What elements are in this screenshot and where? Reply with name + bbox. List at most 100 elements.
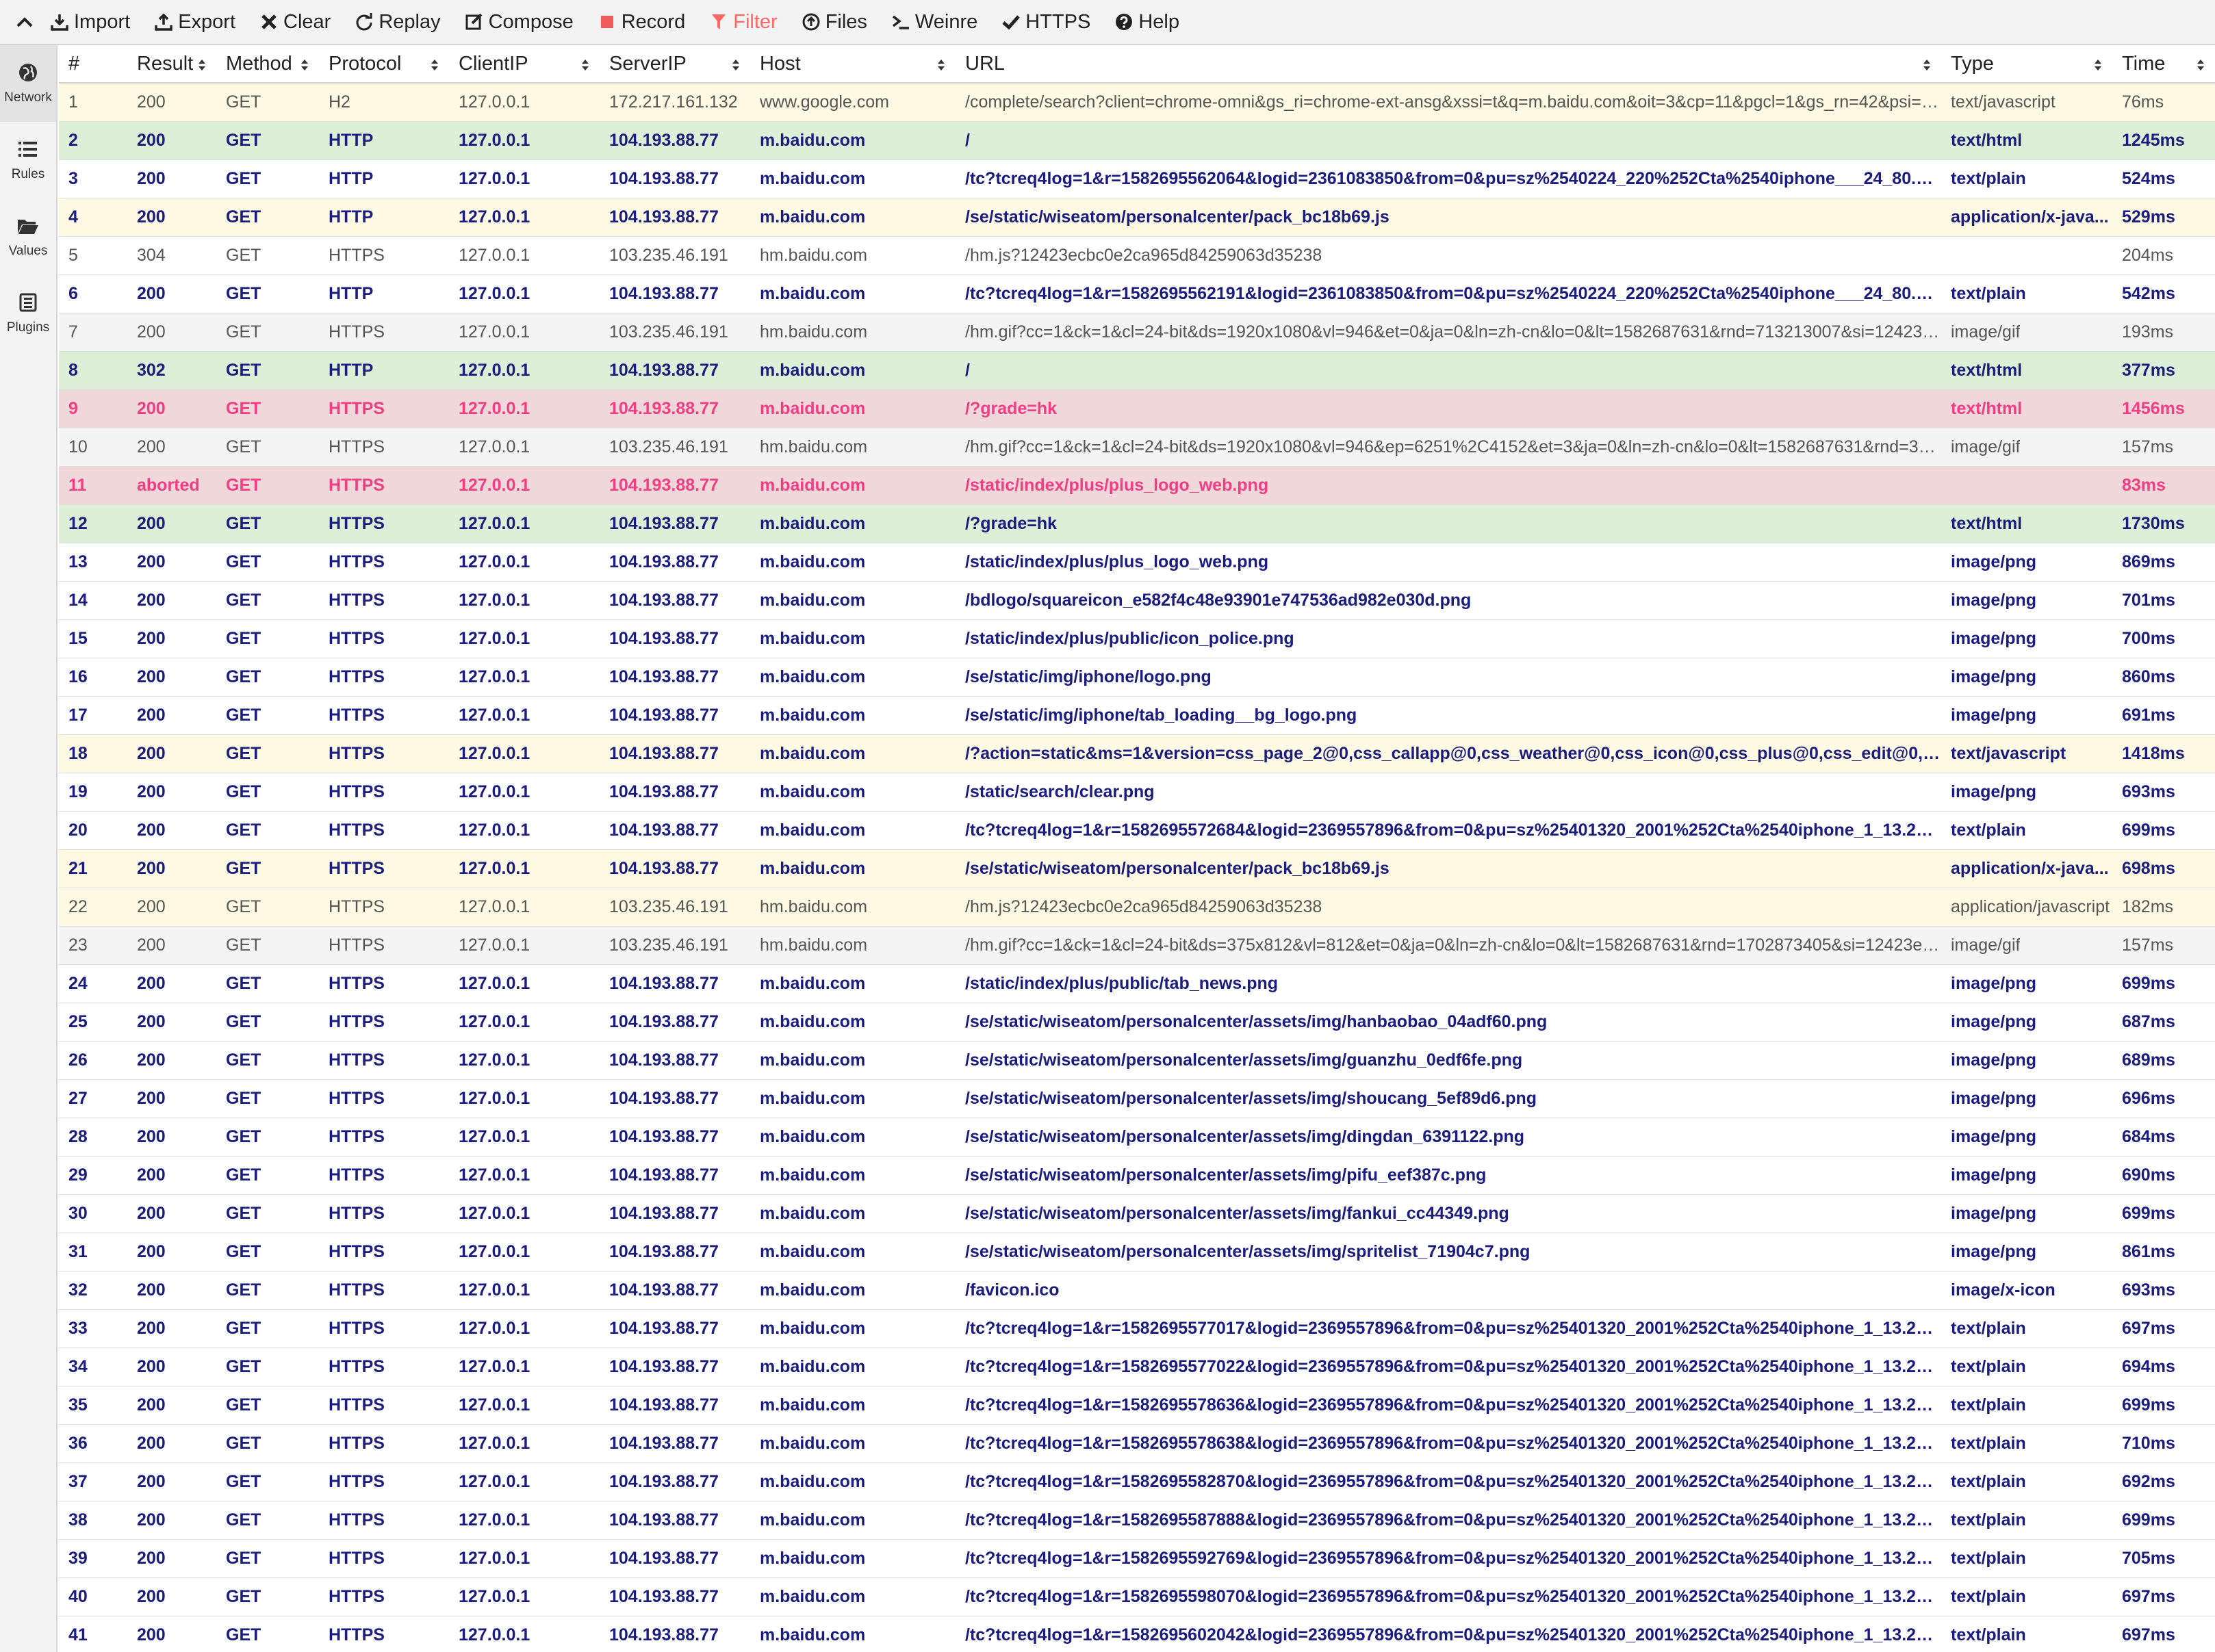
table-row[interactable]: 21 200 GET HTTPS 127.0.0.1 104.193.88.77 m.bai… (59, 850, 2215, 888)
table-row[interactable]: 7 200 GET HTTPS 127.0.0.1 103.235.46.191 hm.ba… (59, 313, 2215, 352)
table-row[interactable]: 12 200 GET HTTPS 127.0.0.1 104.193.88.77 m.bai… (59, 505, 2215, 543)
replay-button[interactable]: Replay (354, 0, 441, 44)
row-clientip: 127.0.0.1 (449, 467, 600, 504)
table-row[interactable]: 40 200 GET HTTPS 127.0.0.1 104.193.88.77 m.bai… (59, 1578, 2215, 1616)
table-row[interactable]: 27 200 GET HTTPS 127.0.0.1 104.193.88.77 m.bai… (59, 1080, 2215, 1118)
table-row[interactable]: 13 200 GET HTTPS 127.0.0.1 104.193.88.77 m.bai… (59, 543, 2215, 582)
row-serverip: 104.193.88.77 (600, 1348, 750, 1386)
filter-button[interactable]: Filter (708, 0, 778, 44)
weinre-button[interactable]: Weinre (891, 0, 977, 44)
table-row[interactable]: 38 200 GET HTTPS 127.0.0.1 104.193.88.77 m.bai… (59, 1501, 2215, 1540)
record-button[interactable]: Record (597, 0, 685, 44)
row-protocol: HTTP (319, 160, 449, 198)
table-row[interactable]: 8 302 GET HTTP 127.0.0.1 104.193.88.77 m.baidu… (59, 352, 2215, 390)
https-button[interactable]: HTTPS (1001, 0, 1090, 44)
row-type-text: image/png (1951, 1050, 2037, 1070)
row-time-text: 83ms (2122, 476, 2166, 495)
column-header-serverip[interactable]: ServerIP (600, 45, 750, 82)
table-row[interactable]: 29 200 GET HTTPS 127.0.0.1 104.193.88.77 m.bai… (59, 1157, 2215, 1195)
row-time-text: 697ms (2122, 1319, 2175, 1338)
row-number: 8 (59, 352, 127, 389)
table-row[interactable]: 33 200 GET HTTPS 127.0.0.1 104.193.88.77 m.bai… (59, 1310, 2215, 1348)
row-time: 700ms (2112, 620, 2215, 658)
row-clientip-text: 127.0.0.1 (459, 1625, 530, 1644)
sidebar-item-label: Plugins (6, 320, 50, 335)
export-button[interactable]: Export (153, 0, 235, 44)
table-row[interactable]: 36 200 GET HTTPS 127.0.0.1 104.193.88.77 m.bai… (59, 1425, 2215, 1463)
table-row[interactable]: 5 304 GET HTTPS 127.0.0.1 103.235.46.191 hm.ba… (59, 237, 2215, 275)
table-row[interactable]: 22 200 GET HTTPS 127.0.0.1 103.235.46.191 hm.b… (59, 888, 2215, 927)
table-row[interactable]: 41 200 GET HTTPS 127.0.0.1 104.193.88.77 m.bai… (59, 1616, 2215, 1652)
sidebar-item-network[interactable]: Network (0, 45, 56, 122)
table-row[interactable]: 25 200 GET HTTPS 127.0.0.1 104.193.88.77 m.bai… (59, 1003, 2215, 1042)
table-row[interactable]: 20 200 GET HTTPS 127.0.0.1 104.193.88.77 m.bai… (59, 812, 2215, 850)
clear-button[interactable]: Clear (259, 0, 331, 44)
row-protocol: HTTPS (319, 697, 449, 734)
row-time-text: 869ms (2122, 552, 2175, 571)
files-button[interactable]: Files (801, 0, 867, 44)
compose-button[interactable]: Compose (464, 0, 574, 44)
column-header-type[interactable]: Type (1941, 45, 2112, 82)
row-clientip: 127.0.0.1 (449, 620, 600, 658)
row-type: text/javascript (1941, 83, 2112, 121)
table-row[interactable]: 1 200 GET H2 127.0.0.1 172.217.161.132 www.goo… (59, 83, 2215, 122)
files-label: Files (825, 10, 867, 33)
table-row[interactable]: 6 200 GET HTTP 127.0.0.1 104.193.88.77 m.baidu… (59, 275, 2215, 313)
table-row[interactable]: 11 aborted GET HTTPS 127.0.0.1 104.193.88.77 m… (59, 467, 2215, 505)
help-button[interactable]: Help (1114, 0, 1179, 44)
table-row[interactable]: 23 200 GET HTTPS 127.0.0.1 103.235.46.191 hm.b… (59, 927, 2215, 965)
row-time: 157ms (2112, 428, 2215, 466)
column-header-result[interactable]: Result (127, 45, 216, 82)
table-row[interactable]: 31 200 GET HTTPS 127.0.0.1 104.193.88.77 m.bai… (59, 1233, 2215, 1272)
row-serverip: 104.193.88.77 (600, 697, 750, 734)
row-clientip-text: 127.0.0.1 (459, 1089, 530, 1108)
table-row[interactable]: 34 200 GET HTTPS 127.0.0.1 104.193.88.77 m.bai… (59, 1348, 2215, 1386)
row-result: aborted (127, 467, 216, 504)
row-serverip: 104.193.88.77 (600, 122, 750, 159)
sidebar-item-plugins[interactable]: Plugins (0, 275, 56, 352)
table-row[interactable]: 18 200 GET HTTPS 127.0.0.1 104.193.88.77 m.bai… (59, 735, 2215, 773)
row-serverip: 104.193.88.77 (600, 543, 750, 581)
table-row[interactable]: 9 200 GET HTTPS 127.0.0.1 104.193.88.77 m.baid… (59, 390, 2215, 428)
row-serverip: 104.193.88.77 (600, 1540, 750, 1577)
table-row[interactable]: 17 200 GET HTTPS 127.0.0.1 104.193.88.77 m.bai… (59, 697, 2215, 735)
table-row[interactable]: 14 200 GET HTTPS 127.0.0.1 104.193.88.77 m.bai… (59, 582, 2215, 620)
row-protocol: HTTPS (319, 1233, 449, 1271)
column-header-protocol[interactable]: Protocol (319, 45, 449, 82)
row-clientip-text: 127.0.0.1 (459, 476, 530, 495)
table-row[interactable]: 24 200 GET HTTPS 127.0.0.1 104.193.88.77 m.bai… (59, 965, 2215, 1003)
row-serverip: 103.235.46.191 (600, 428, 750, 466)
column-header-url[interactable]: URL (956, 45, 1941, 82)
table-row[interactable]: 4 200 GET HTTP 127.0.0.1 104.193.88.77 m.baidu… (59, 198, 2215, 237)
row-clientip: 127.0.0.1 (449, 658, 600, 696)
column-header-host[interactable]: Host (750, 45, 956, 82)
column-header-clientip[interactable]: ClientIP (449, 45, 600, 82)
table-row[interactable]: 26 200 GET HTTPS 127.0.0.1 104.193.88.77 m.bai… (59, 1042, 2215, 1080)
row-protocol-text: HTTPS (329, 744, 385, 763)
row-clientip-text: 127.0.0.1 (459, 1510, 530, 1530)
row-time-text: 699ms (2122, 1510, 2175, 1530)
import-button[interactable]: Import (49, 0, 130, 44)
table-row[interactable]: 32 200 GET HTTPS 127.0.0.1 104.193.88.77 m.bai… (59, 1272, 2215, 1310)
column-header-time[interactable]: Time (2112, 45, 2215, 82)
table-row[interactable]: 37 200 GET HTTPS 127.0.0.1 104.193.88.77 m.bai… (59, 1463, 2215, 1501)
column-header-method[interactable]: Method (216, 45, 319, 82)
row-host: m.baidu.com (750, 735, 956, 773)
table-row[interactable]: 3 200 GET HTTP 127.0.0.1 104.193.88.77 m.baidu… (59, 160, 2215, 198)
table-row[interactable]: 19 200 GET HTTPS 127.0.0.1 104.193.88.77 m.bai… (59, 773, 2215, 812)
table-row[interactable]: 16 200 GET HTTPS 127.0.0.1 104.193.88.77 m.bai… (59, 658, 2215, 697)
row-method: GET (216, 1348, 319, 1386)
table-row[interactable]: 2 200 GET HTTP 127.0.0.1 104.193.88.77 m.baidu… (59, 122, 2215, 160)
collapse-toolbar-button[interactable] (0, 0, 49, 44)
table-row[interactable]: 28 200 GET HTTPS 127.0.0.1 104.193.88.77 m.bai… (59, 1118, 2215, 1157)
table-row[interactable]: 10 200 GET HTTPS 127.0.0.1 103.235.46.191 hm.b… (59, 428, 2215, 467)
table-row[interactable]: 35 200 GET HTTPS 127.0.0.1 104.193.88.77 m.bai… (59, 1386, 2215, 1425)
sidebar-item-values[interactable]: Values (0, 198, 56, 275)
table-row[interactable]: 39 200 GET HTTPS 127.0.0.1 104.193.88.77 m.bai… (59, 1540, 2215, 1578)
table-row[interactable]: 15 200 GET HTTPS 127.0.0.1 104.193.88.77 m.bai… (59, 620, 2215, 658)
table-row[interactable]: 30 200 GET HTTPS 127.0.0.1 104.193.88.77 m.bai… (59, 1195, 2215, 1233)
sidebar-item-rules[interactable]: Rules (0, 122, 56, 198)
row-serverip-text: 104.193.88.77 (609, 591, 719, 610)
column-header-number[interactable]: # (59, 45, 127, 82)
row-time: 693ms (2112, 1272, 2215, 1309)
